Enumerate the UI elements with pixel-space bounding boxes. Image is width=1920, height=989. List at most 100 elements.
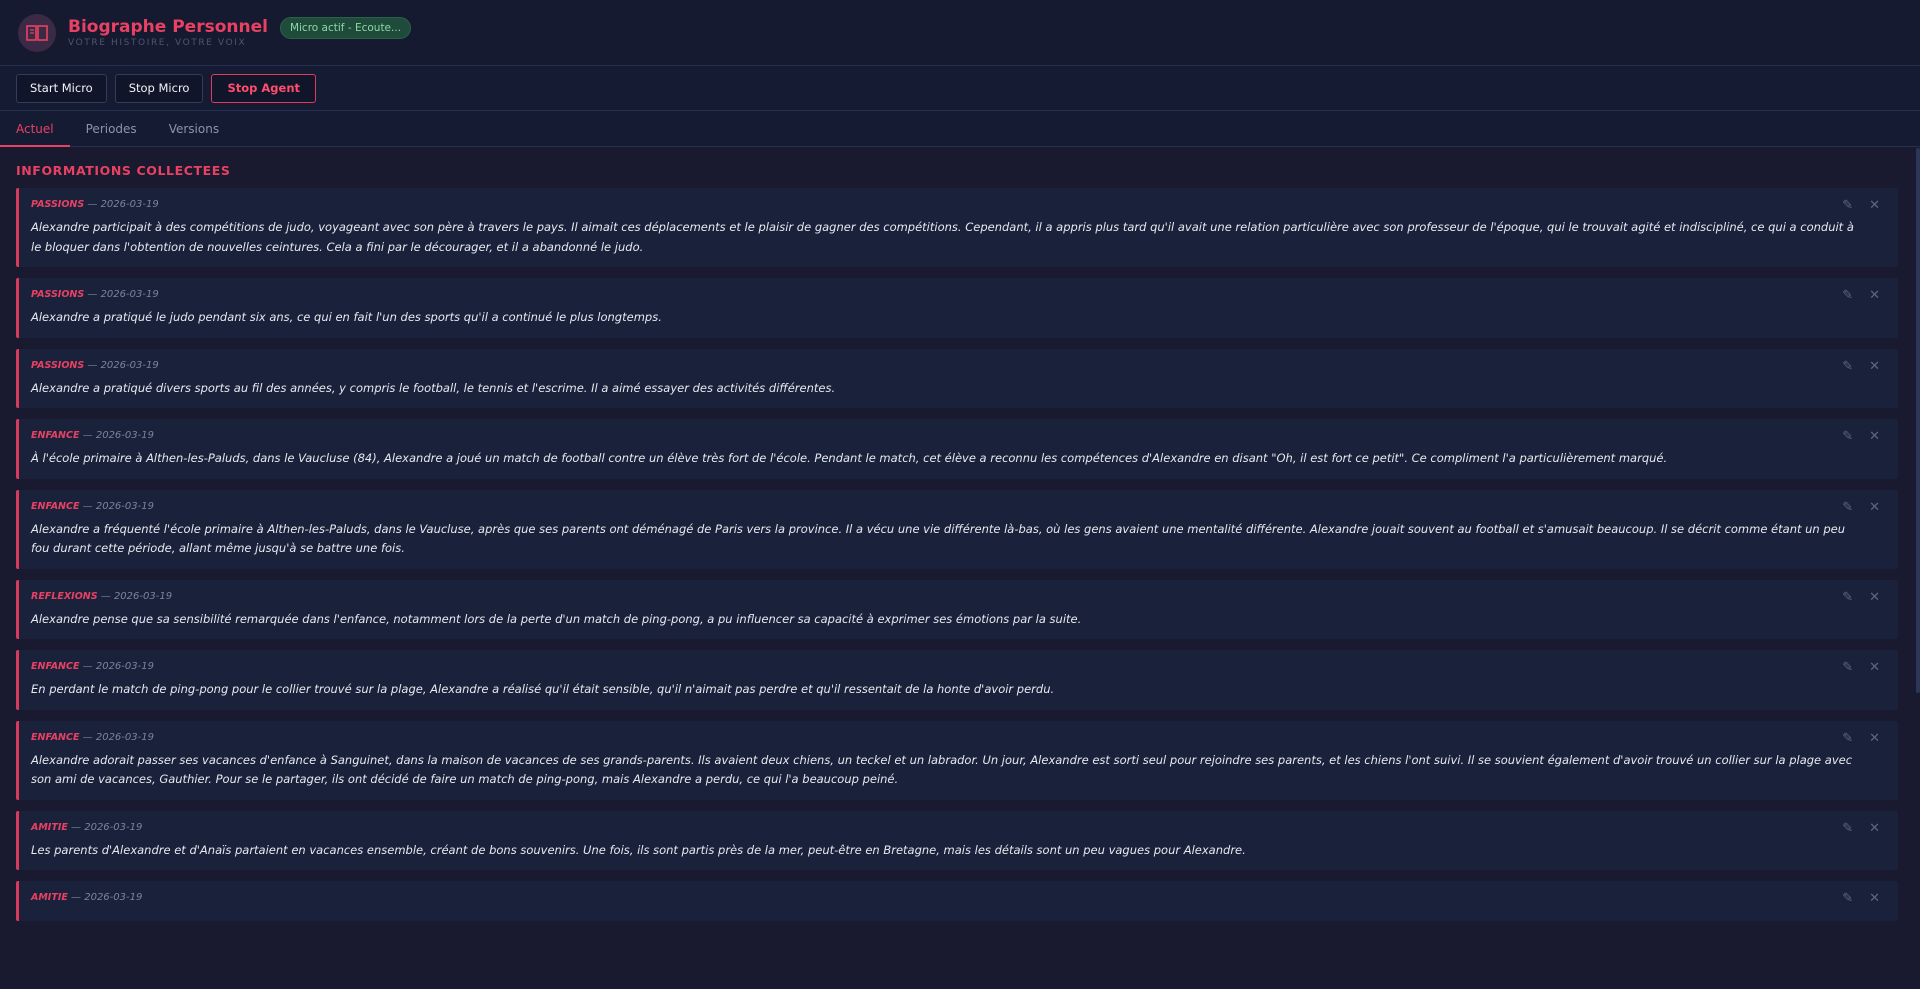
entry-meta: AMITIE — 2026-03-19 [31,892,1884,903]
entry-date: 2026-03-19 [84,892,143,903]
app-header: Biographe Personnel VOTRE HISTOIRE, VOTR… [0,0,1920,66]
entry-meta: ENFANCE — 2026-03-19 [31,430,1884,441]
entry-actions: ✎ ✕ [1842,199,1880,213]
entry-actions: ✎ ✕ [1842,289,1880,303]
entry-separator: — [67,892,85,903]
tab-versions[interactable]: Versions [153,111,235,146]
edit-icon[interactable]: ✎ [1842,500,1853,515]
entries-list: PASSIONS — 2026-03-19 Alexandre participa… [16,188,1898,921]
entry-meta: PASSIONS — 2026-03-19 [31,199,1884,210]
entry-category: ENFANCE [31,731,80,743]
entry-category: REFLEXIONS [31,590,98,602]
delete-icon[interactable]: ✕ [1869,892,1880,906]
scrollbar-thumb[interactable] [1916,148,1920,693]
entry-text: Alexandre a pratiqué divers sports au fi… [31,380,836,395]
edit-icon[interactable]: ✎ [1842,199,1853,213]
info-entry: ENFANCE — 2026-03-19 Alexandre a fréquent… [16,489,1898,569]
entry-actions: ✎ ✕ [1842,359,1880,374]
info-entry: AMITIE — 2026-03-19 Les parents d'Alexand… [16,810,1898,870]
entry-actions: ✎ ✕ [1842,731,1880,746]
entry-meta: REFLEXIONS — 2026-03-19 [31,591,1884,602]
entry-date: 2026-03-19 [95,731,154,743]
entry-separator: — [84,359,101,371]
entry-text: Alexandre participait à des compétitions… [31,220,1854,254]
entry-actions: ✎ ✕ [1842,430,1880,444]
entry-date: 2026-03-19 [95,500,154,512]
edit-icon[interactable]: ✎ [1842,731,1853,746]
entry-category: ENFANCE [31,661,80,672]
delete-icon[interactable]: ✕ [1869,500,1880,515]
entry-text: À l'école primaire à Althen-les-Paluds, … [31,451,1668,465]
entry-separator: — [84,289,101,300]
entry-text: Alexandre a pratiqué le judo pendant six… [31,310,662,324]
edit-icon[interactable]: ✎ [1842,821,1853,836]
entry-separator: — [84,199,101,210]
entry-actions: ✎ ✕ [1842,500,1880,515]
entry-text: Alexandre pense que sa sensibilité remar… [31,611,1082,626]
entry-date: 2026-03-19 [95,430,154,441]
entry-category: ENFANCE [31,500,80,512]
edit-icon[interactable]: ✎ [1842,661,1853,675]
entry-meta: AMITIE — 2026-03-19 [31,822,1884,833]
edit-icon[interactable]: ✎ [1842,892,1853,906]
delete-icon[interactable]: ✕ [1869,289,1880,303]
info-entry: ENFANCE — 2026-03-19 En perdant le match … [16,650,1898,710]
entry-text: Alexandre adorait passer ses vacances d'… [31,752,1853,787]
entry-meta: PASSIONS — 2026-03-19 [31,360,1884,371]
start-micro-button[interactable]: Start Micro [16,73,107,103]
entry-category: PASSIONS [31,289,85,300]
entry-meta: PASSIONS — 2026-03-19 [31,289,1884,300]
info-entry: ENFANCE — 2026-03-19 Alexandre adorait pa… [16,720,1898,800]
stop-agent-button[interactable]: Stop Agent [211,73,317,103]
entry-date: 2026-03-19 [100,359,159,371]
edit-icon[interactable]: ✎ [1842,430,1853,444]
entry-separator: — [79,500,96,512]
toolbar: Start Micro Stop Micro Stop Agent [0,66,1920,111]
delete-icon[interactable]: ✕ [1869,590,1880,605]
entry-separator: — [79,430,96,441]
entry-meta: ENFANCE — 2026-03-19 [31,501,1884,512]
app-subtitle: VOTRE HISTOIRE, VOTRE VOIX [68,37,247,48]
edit-icon[interactable]: ✎ [1842,590,1853,605]
delete-icon[interactable]: ✕ [1869,661,1880,675]
status-badge: Micro actif - Ecoute... [279,16,412,39]
info-entry: ENFANCE — 2026-03-19 À l'école primaire à… [16,419,1898,479]
book-icon [18,13,56,52]
delete-icon[interactable]: ✕ [1869,430,1880,444]
stop-micro-button[interactable]: Stop Micro [114,73,204,103]
entry-date: 2026-03-19 [100,289,159,300]
delete-icon[interactable]: ✕ [1869,731,1880,746]
entry-actions: ✎ ✕ [1842,821,1880,836]
tab-actuel[interactable]: Actuel [0,111,70,147]
entry-text: Les parents d'Alexandre et d'Anaïs parta… [31,842,1246,857]
delete-icon[interactable]: ✕ [1869,199,1880,213]
entry-category: ENFANCE [31,430,80,441]
edit-icon[interactable]: ✎ [1842,289,1853,303]
entry-category: AMITIE [31,892,68,903]
entry-category: PASSIONS [31,359,85,371]
entry-date: 2026-03-19 [84,821,143,833]
entry-text: Alexandre a fréquenté l'école primaire à… [31,521,1846,556]
entry-date: 2026-03-19 [95,661,154,672]
info-entry: PASSIONS — 2026-03-19 Alexandre participa… [16,188,1898,267]
entry-separator: — [79,661,96,672]
info-entry: REFLEXIONS — 2026-03-19 Alexandre pense q… [16,579,1898,639]
entry-actions: ✎ ✕ [1842,661,1880,675]
entry-text: En perdant le match de ping-pong pour le… [31,682,1055,696]
entry-date: 2026-03-19 [100,199,159,210]
info-entry: PASSIONS — 2026-03-19 Alexandre a pratiqu… [16,348,1898,408]
edit-icon[interactable]: ✎ [1842,359,1853,374]
main-content[interactable]: INFORMATIONS COLLECTEES PASSIONS — 2026-… [0,148,1920,989]
entry-category: PASSIONS [31,199,85,210]
tab-periodes[interactable]: Periodes [70,111,153,146]
entry-actions: ✎ ✕ [1842,590,1880,605]
tab-bar: Actuel Periodes Versions [0,111,1920,147]
entry-date: 2026-03-19 [113,590,173,602]
section-title: INFORMATIONS COLLECTEES [16,163,231,178]
delete-icon[interactable]: ✕ [1869,359,1880,374]
info-entry: PASSIONS — 2026-03-19 Alexandre a pratiqu… [16,278,1898,338]
entry-separator: — [97,590,114,602]
entry-meta: ENFANCE — 2026-03-19 [31,732,1884,743]
app-title: Biographe Personnel [68,16,268,37]
delete-icon[interactable]: ✕ [1869,821,1880,836]
